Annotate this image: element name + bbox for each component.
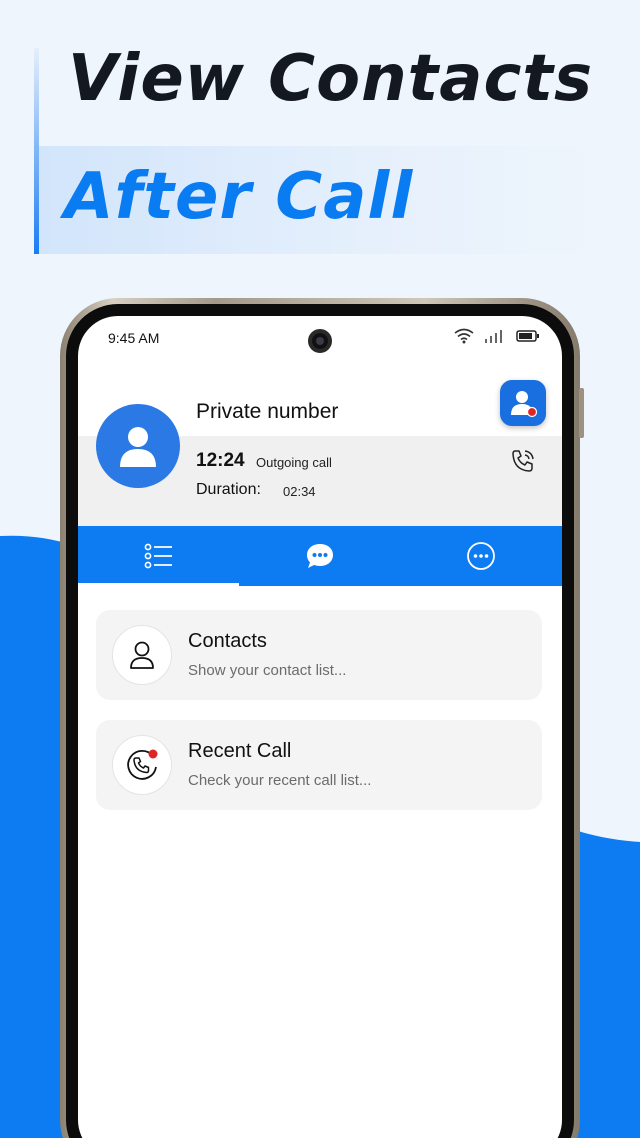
list-icon [144, 543, 172, 569]
chat-bubble-icon [306, 544, 333, 568]
menu-card-contacts[interactable]: Contacts Show your contact list... [96, 610, 542, 700]
recent-call-card-icon-wrap [112, 735, 172, 795]
status-bar: 9:45 AM [78, 316, 562, 360]
contacts-card-icon-wrap [112, 625, 172, 685]
menu-card-subtitle: Check your recent call list... [188, 772, 372, 789]
menu-card-title: Recent Call [188, 740, 292, 762]
recent-call-icon [127, 749, 158, 780]
tab-messages[interactable] [239, 526, 400, 586]
battery-icon [516, 330, 539, 342]
caller-name: Private number [196, 400, 339, 423]
menu-card-recent-call[interactable]: Recent Call Check your recent call list.… [96, 720, 542, 810]
tab-more[interactable] [401, 526, 562, 586]
caller-avatar [96, 404, 180, 488]
person-icon [120, 427, 156, 467]
status-time: 9:45 AM [108, 330, 160, 346]
caller-info-panel: Private number 12:24 Outgoing call Durat… [78, 360, 562, 526]
more-options-icon [467, 542, 496, 570]
signal-icon [485, 330, 502, 343]
app-icon-button[interactable] [500, 380, 546, 426]
duration-value: 02:34 [283, 484, 316, 499]
phone-call-icon[interactable] [510, 448, 536, 474]
wifi-icon [454, 328, 474, 344]
tab-bar [78, 526, 562, 586]
promo-headline-line2: After Call [64, 160, 414, 234]
menu-card-subtitle: Show your contact list... [188, 662, 347, 679]
person-outline-icon [130, 641, 154, 669]
contact-app-icon [511, 391, 538, 418]
call-type: Outgoing call [256, 455, 332, 470]
phone-screen: 9:45 AM Private number 12:24 Outgoing ca… [78, 316, 562, 1138]
menu-card-title: Contacts [188, 630, 267, 652]
tab-list[interactable] [78, 526, 240, 586]
front-camera [308, 329, 332, 353]
phone-mockup: 9:45 AM Private number 12:24 Outgoing ca… [60, 298, 584, 1138]
call-time: 12:24 [196, 450, 245, 471]
duration-label: Duration: [196, 481, 261, 498]
promo-headline-line1: View Contacts [68, 42, 594, 116]
phone-side-button [579, 388, 584, 438]
